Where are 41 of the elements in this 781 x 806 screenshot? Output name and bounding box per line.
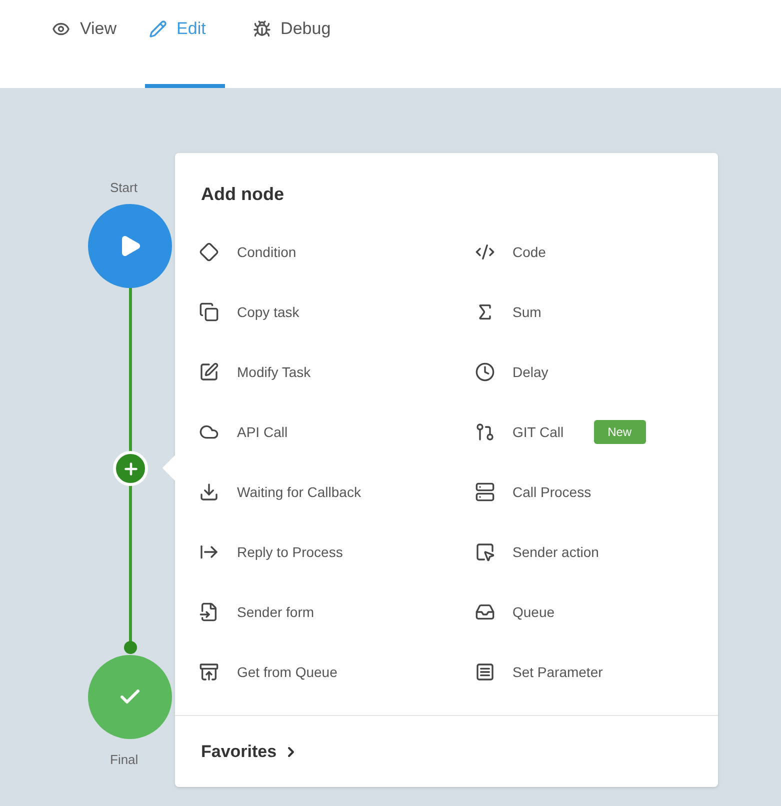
node-type-item[interactable]: Queue: [474, 582, 718, 642]
node-type-item[interactable]: Reply to Process: [199, 522, 458, 582]
node-type-item[interactable]: GIT Call New: [474, 402, 718, 462]
plus-icon: [122, 460, 140, 478]
node-type-item[interactable]: Call Process: [474, 462, 718, 522]
node-label: Start: [110, 179, 138, 197]
stack-icon: [474, 482, 494, 502]
node-type-item[interactable]: Get from Queue: [199, 642, 458, 702]
add-node-button[interactable]: [113, 451, 148, 486]
new-badge: New: [594, 420, 646, 444]
eye-icon: [52, 20, 70, 38]
tab[interactable]: View: [48, 0, 121, 88]
node-type-item[interactable]: Code: [474, 222, 718, 282]
node-type-item[interactable]: Sum: [474, 282, 718, 342]
pointer-square-icon: [474, 542, 494, 562]
list-square-icon: [474, 662, 494, 682]
tray-icon: [474, 602, 494, 622]
archive-icon: [199, 662, 219, 682]
menu-title: Add node: [201, 183, 285, 206]
edit-icon: [199, 362, 219, 382]
node-type-item[interactable]: Copy task: [199, 282, 458, 342]
clock-icon: [474, 362, 494, 382]
code-icon: [474, 242, 494, 262]
download-icon: [199, 482, 219, 502]
pencil-icon: [148, 20, 167, 38]
node-type-item[interactable]: Waiting for Callback: [199, 462, 458, 522]
node-type-item[interactable]: Set Parameter: [474, 642, 718, 702]
favorites-link[interactable]: Favorites: [201, 738, 299, 764]
node-type-item[interactable]: Delay: [474, 342, 718, 402]
node-label: Final: [110, 751, 138, 769]
node-type-item[interactable]: Sender form: [199, 582, 458, 642]
diamond-icon: [199, 242, 219, 262]
copy-icon: [199, 302, 219, 322]
branch-icon: [474, 422, 494, 442]
bug-icon: [252, 20, 271, 38]
node-type-item[interactable]: Sender action: [474, 522, 718, 582]
tab[interactable]: Debug: [248, 0, 335, 88]
node-type-item[interactable]: Modify Task: [199, 342, 458, 402]
form-icon: [199, 602, 219, 622]
node-type-item[interactable]: API Call: [199, 402, 458, 462]
node-type-item[interactable]: Condition: [199, 222, 458, 282]
